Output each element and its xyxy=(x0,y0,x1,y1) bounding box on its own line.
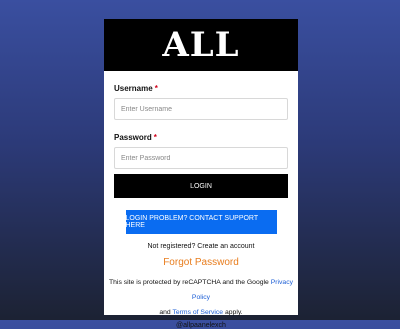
username-input[interactable] xyxy=(114,98,288,120)
terms-of-service-link[interactable]: Terms of Service xyxy=(172,309,223,316)
recaptcha-and: and xyxy=(159,309,171,316)
brand-logo: ALL xyxy=(162,25,240,65)
password-input[interactable] xyxy=(114,147,288,169)
recaptcha-notice: This site is protected by reCAPTCHA and … xyxy=(104,275,298,320)
login-form: Username* Password* LOGIN xyxy=(104,84,298,198)
login-button[interactable]: LOGIN xyxy=(114,174,288,198)
required-mark: * xyxy=(154,84,158,93)
recaptcha-suffix: apply. xyxy=(224,309,243,316)
social-handle: @allpaanelexch xyxy=(176,322,226,329)
password-label-text: Password xyxy=(114,133,152,142)
logo-banner: ALL xyxy=(104,19,298,71)
recaptcha-prefix: This site is protected by reCAPTCHA and … xyxy=(109,279,269,286)
register-prompt[interactable]: Not registered? Create an account xyxy=(104,242,298,252)
contact-support-button[interactable]: LOGIN PROBLEM? CONTACT SUPPORT HERE xyxy=(125,210,277,234)
login-card: ALL Username* Password* LOGIN LOGIN PROB… xyxy=(104,19,298,329)
forgot-password-link[interactable]: Forgot Password xyxy=(104,257,298,269)
required-mark: * xyxy=(153,133,157,142)
username-label-text: Username xyxy=(114,84,153,93)
username-label: Username * xyxy=(114,84,288,94)
password-label: Password * xyxy=(114,133,288,143)
